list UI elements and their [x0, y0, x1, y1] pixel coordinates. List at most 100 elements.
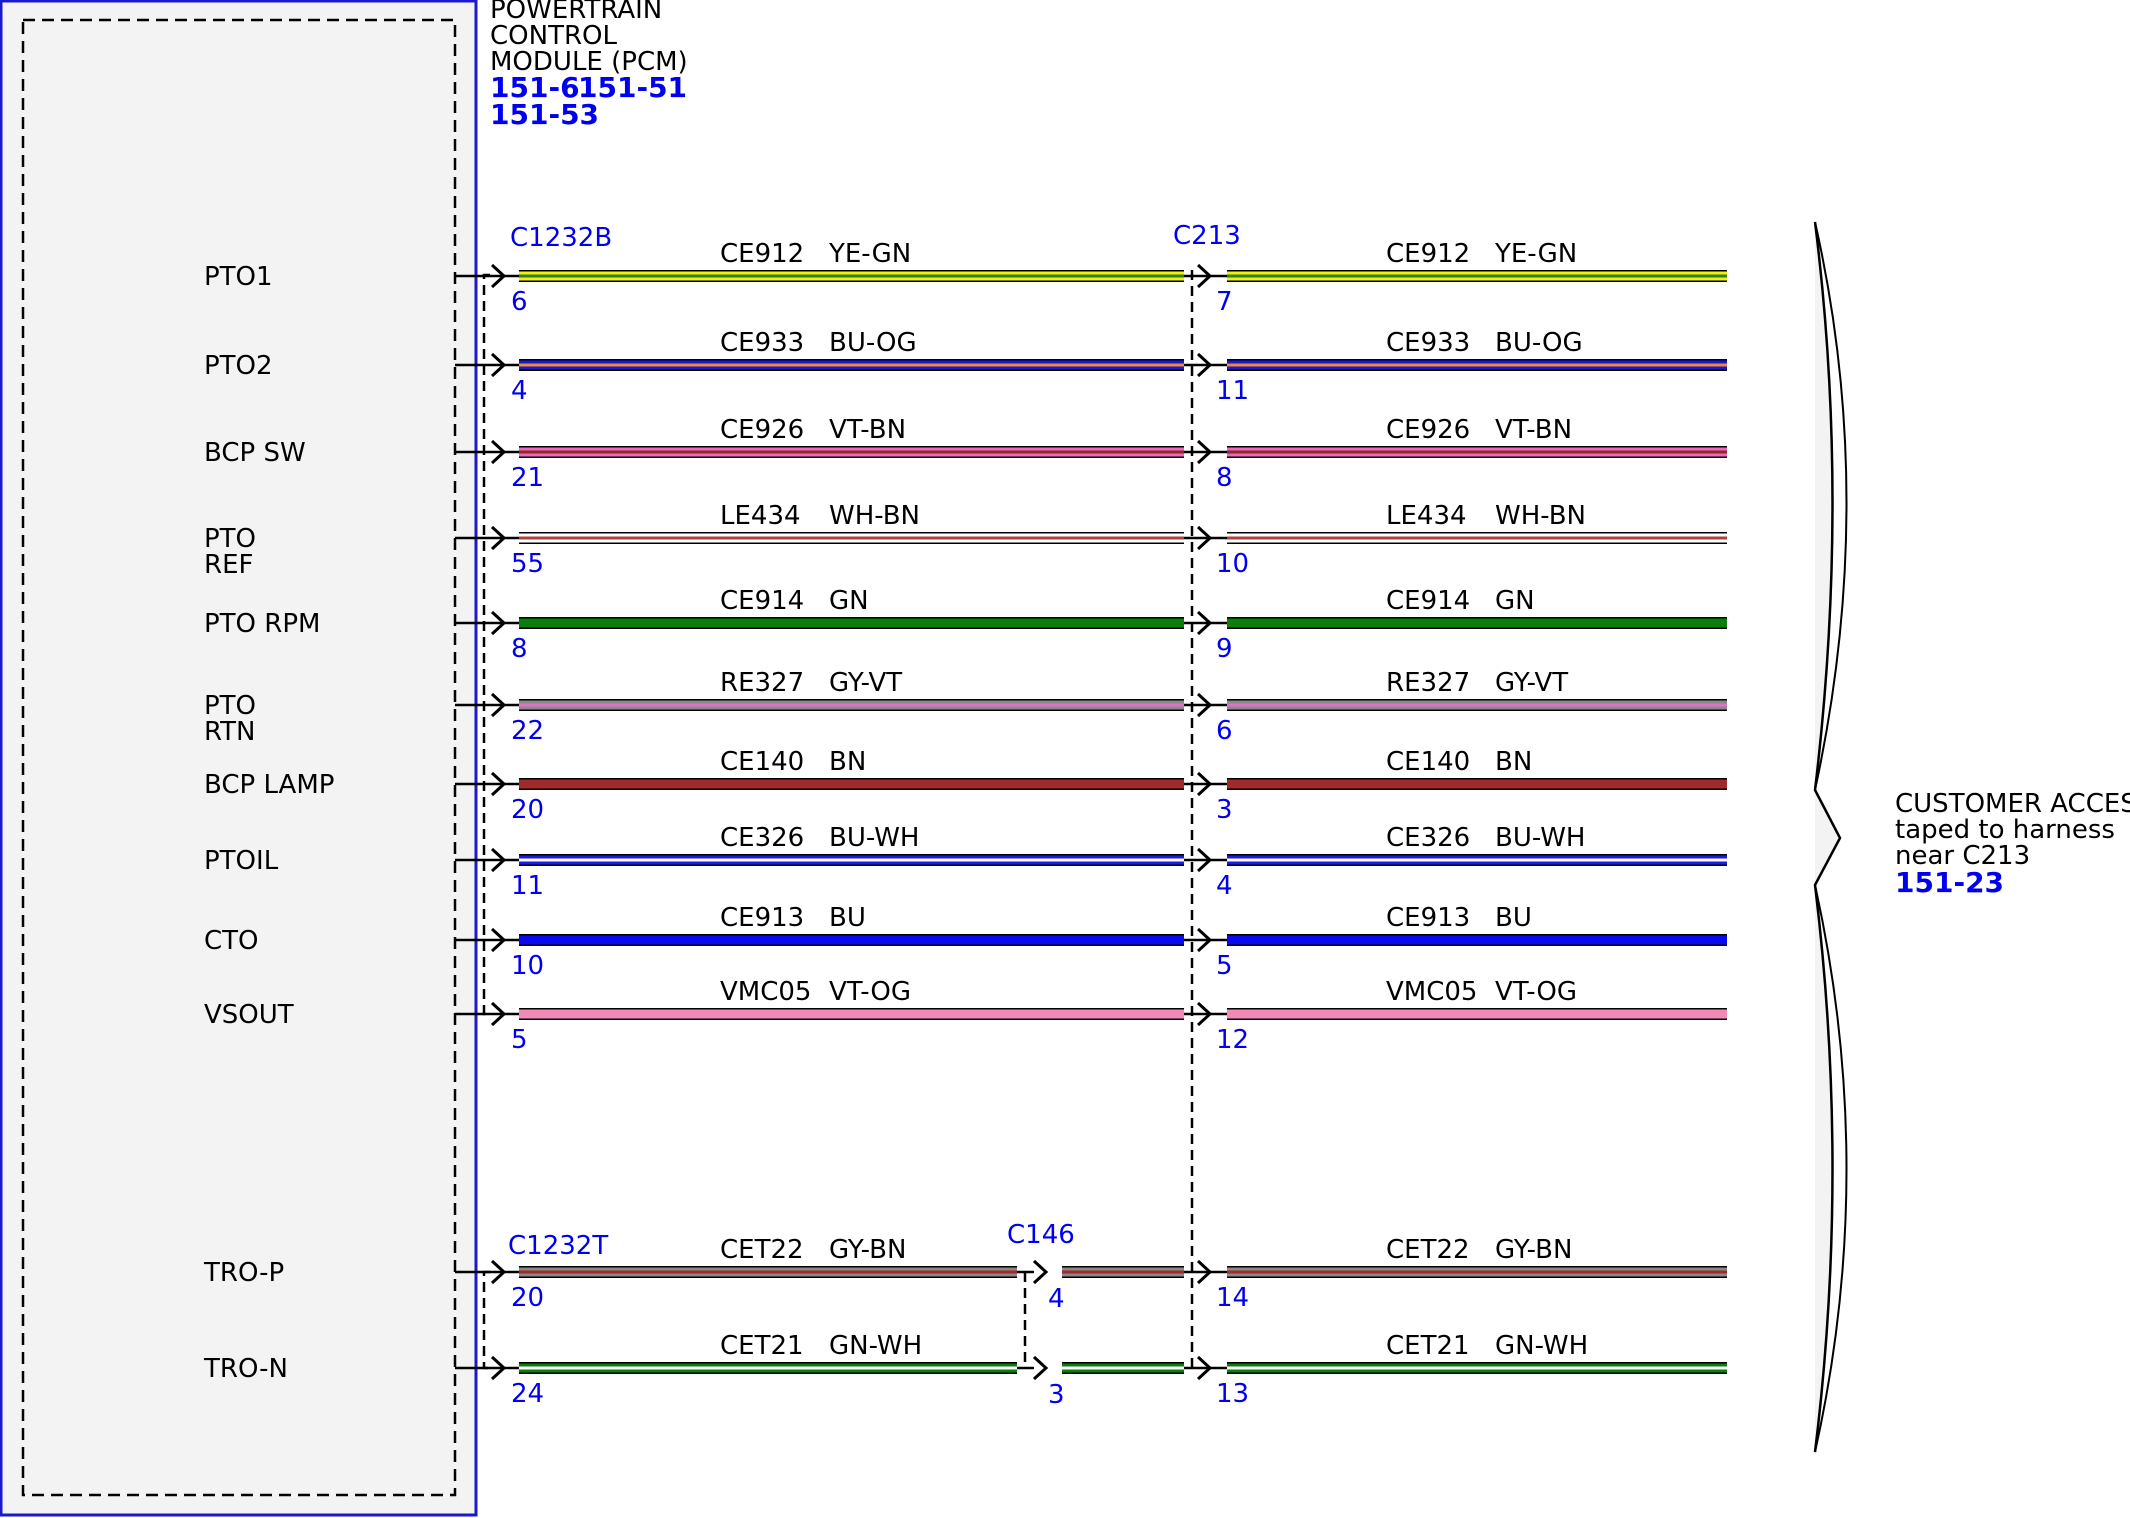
c213-pin-number: 9	[1216, 634, 1233, 664]
c213-pin-number: 11	[1216, 376, 1249, 406]
signal-label: PTO RPM	[204, 609, 320, 639]
circuit-id-label: CET22	[720, 1235, 804, 1265]
circuit-id-label: LE434	[720, 501, 801, 531]
wire-color-label: GN-WH	[829, 1331, 922, 1361]
wire-segment-c213-stripe	[1227, 274, 1727, 278]
wire-segment-pcm-stripe	[519, 536, 1184, 540]
wiring-diagram: POWERTRAIN CONTROL MODULE (PCM) 151-6 15…	[0, 0, 2130, 1517]
wire-color-label: GN	[829, 586, 869, 616]
wire-color-label-c213: WH-BN	[1495, 501, 1586, 531]
wire-segment-c213-stripe	[1227, 363, 1727, 367]
circuit-id-label: CE933	[720, 328, 804, 358]
wire-segment-pcm-stripe	[519, 1366, 1017, 1370]
wire-segment-pcm-stripe	[519, 274, 1184, 278]
circuit-id-label: CE326	[720, 823, 804, 853]
wire-color-label-c213: GY-VT	[1495, 668, 1568, 698]
wire-color-label: WH-BN	[829, 501, 920, 531]
c213-pin-number: 13	[1216, 1379, 1249, 1409]
circuit-id-label: CE140	[720, 747, 804, 777]
wire-segment-pcm-stripe	[519, 858, 1184, 862]
signal-label: PTO1	[204, 262, 273, 292]
signal-label: PTOIL	[204, 846, 279, 876]
c213-pin-number: 4	[1216, 871, 1233, 901]
circuit-id-label: CE926	[720, 415, 804, 445]
wire-color-label: YE-GN	[828, 239, 911, 269]
signal-label: BCP LAMP	[204, 770, 334, 800]
wire-segment-pcm	[519, 618, 1184, 628]
c146-pin-number: 3	[1048, 1380, 1065, 1410]
wire-color-label-c213: BN	[1495, 747, 1532, 777]
pcm-pin-number: 21	[511, 463, 544, 493]
pcm-pin-number: 6	[511, 287, 528, 317]
circuit-id-label-c213: CE914	[1386, 586, 1470, 616]
wire-segment-c213-stripe	[1227, 1270, 1727, 1274]
wire-segment-c146-stripe	[1062, 1366, 1184, 1370]
c146-pin-number: 4	[1048, 1284, 1065, 1314]
connector-c146-label: C146	[1007, 1220, 1075, 1250]
wire-segment-c213	[1227, 618, 1727, 628]
harness-brace	[1813, 221, 1842, 1453]
wire-color-label-c213: BU	[1495, 903, 1532, 933]
wire-segment-c213	[1227, 935, 1727, 945]
wire-color-label-c213: GN-WH	[1495, 1331, 1588, 1361]
pcm-pin-number: 20	[511, 1283, 544, 1313]
circuit-id-label: RE327	[720, 668, 804, 698]
c213-pin-number: 14	[1216, 1283, 1249, 1313]
signal-label: CTO	[204, 926, 259, 956]
wire-color-label-c213: GN	[1495, 586, 1535, 616]
wire-segment-pcm-stripe	[519, 703, 1184, 707]
wire-segment-c213-stripe	[1227, 703, 1727, 707]
circuit-id-label-c213: CE326	[1386, 823, 1470, 853]
wire-color-label-c213: BU-OG	[1495, 328, 1583, 358]
circuit-id-label: CET21	[720, 1331, 804, 1361]
pcm-pin-number: 11	[511, 871, 544, 901]
signal-label: BCP SW	[204, 438, 306, 468]
wire-color-label-c213: VT-OG	[1495, 977, 1577, 1007]
signal-label: TRO-P	[203, 1258, 284, 1288]
c146-pin-arrow	[1032, 1355, 1049, 1381]
signal-label-line-2: REF	[204, 550, 253, 580]
wire-segment-c213-stripe	[1227, 1366, 1727, 1370]
wire-color-label: GY-VT	[829, 668, 902, 698]
customer-access-ref[interactable]: 151-23	[1895, 866, 2004, 899]
signal-label-line-2: RTN	[204, 717, 256, 747]
wire-segment-pcm-stripe	[519, 450, 1184, 454]
signal-label: PTO2	[204, 351, 273, 381]
wire-segment-pcm	[519, 935, 1184, 945]
wire-segment-c213-stripe	[1227, 858, 1727, 862]
circuit-id-label-c213: CE926	[1386, 415, 1470, 445]
module-ref-151-53[interactable]: 151-53	[490, 98, 599, 131]
wire-segment-pcm	[519, 779, 1184, 789]
circuit-id-label-c213: CE913	[1386, 903, 1470, 933]
c146-pin-arrow	[1032, 1259, 1049, 1285]
circuit-id-label: CE912	[720, 239, 804, 269]
pcm-pin-number: 5	[511, 1025, 528, 1055]
wire-color-label-c213: YE-GN	[1494, 239, 1577, 269]
wire-segment-c146-stripe	[1062, 1270, 1184, 1274]
connector-c1232b-outline	[482, 273, 490, 1016]
signal-label: VSOUT	[204, 1000, 294, 1030]
connector-c213-label: C213	[1173, 221, 1241, 251]
c213-pin-number: 8	[1216, 463, 1233, 493]
circuit-id-label-c213: CE933	[1386, 328, 1470, 358]
circuit-id-label-c213: CET21	[1386, 1331, 1470, 1361]
wire-segment-pcm-stripe	[519, 363, 1184, 367]
circuit-id-label: CE914	[720, 586, 804, 616]
connector-c1232t-outline	[482, 1270, 490, 1370]
circuit-id-label: CE913	[720, 903, 804, 933]
wire-segment-c213-stripe	[1227, 536, 1727, 540]
wire-color-label-c213: GY-BN	[1495, 1235, 1572, 1265]
circuit-id-label-c213: CE140	[1386, 747, 1470, 777]
circuit-id-label-c213: CET22	[1386, 1235, 1470, 1265]
connector-c1232b-label: C1232B	[510, 223, 612, 253]
wire-segment-c213	[1227, 1009, 1727, 1019]
connector-c1232t-label: C1232T	[508, 1231, 608, 1261]
pcm-pin-number: 20	[511, 795, 544, 825]
wire-color-label: VT-OG	[829, 977, 911, 1007]
wire-color-label-c213: VT-BN	[1495, 415, 1572, 445]
wire-segment-c213-stripe	[1227, 450, 1727, 454]
wire-color-label: BU	[829, 903, 866, 933]
pcm-pin-number: 24	[511, 1379, 544, 1409]
signal-label: TRO-N	[203, 1354, 288, 1384]
circuit-id-label-c213: LE434	[1386, 501, 1467, 531]
